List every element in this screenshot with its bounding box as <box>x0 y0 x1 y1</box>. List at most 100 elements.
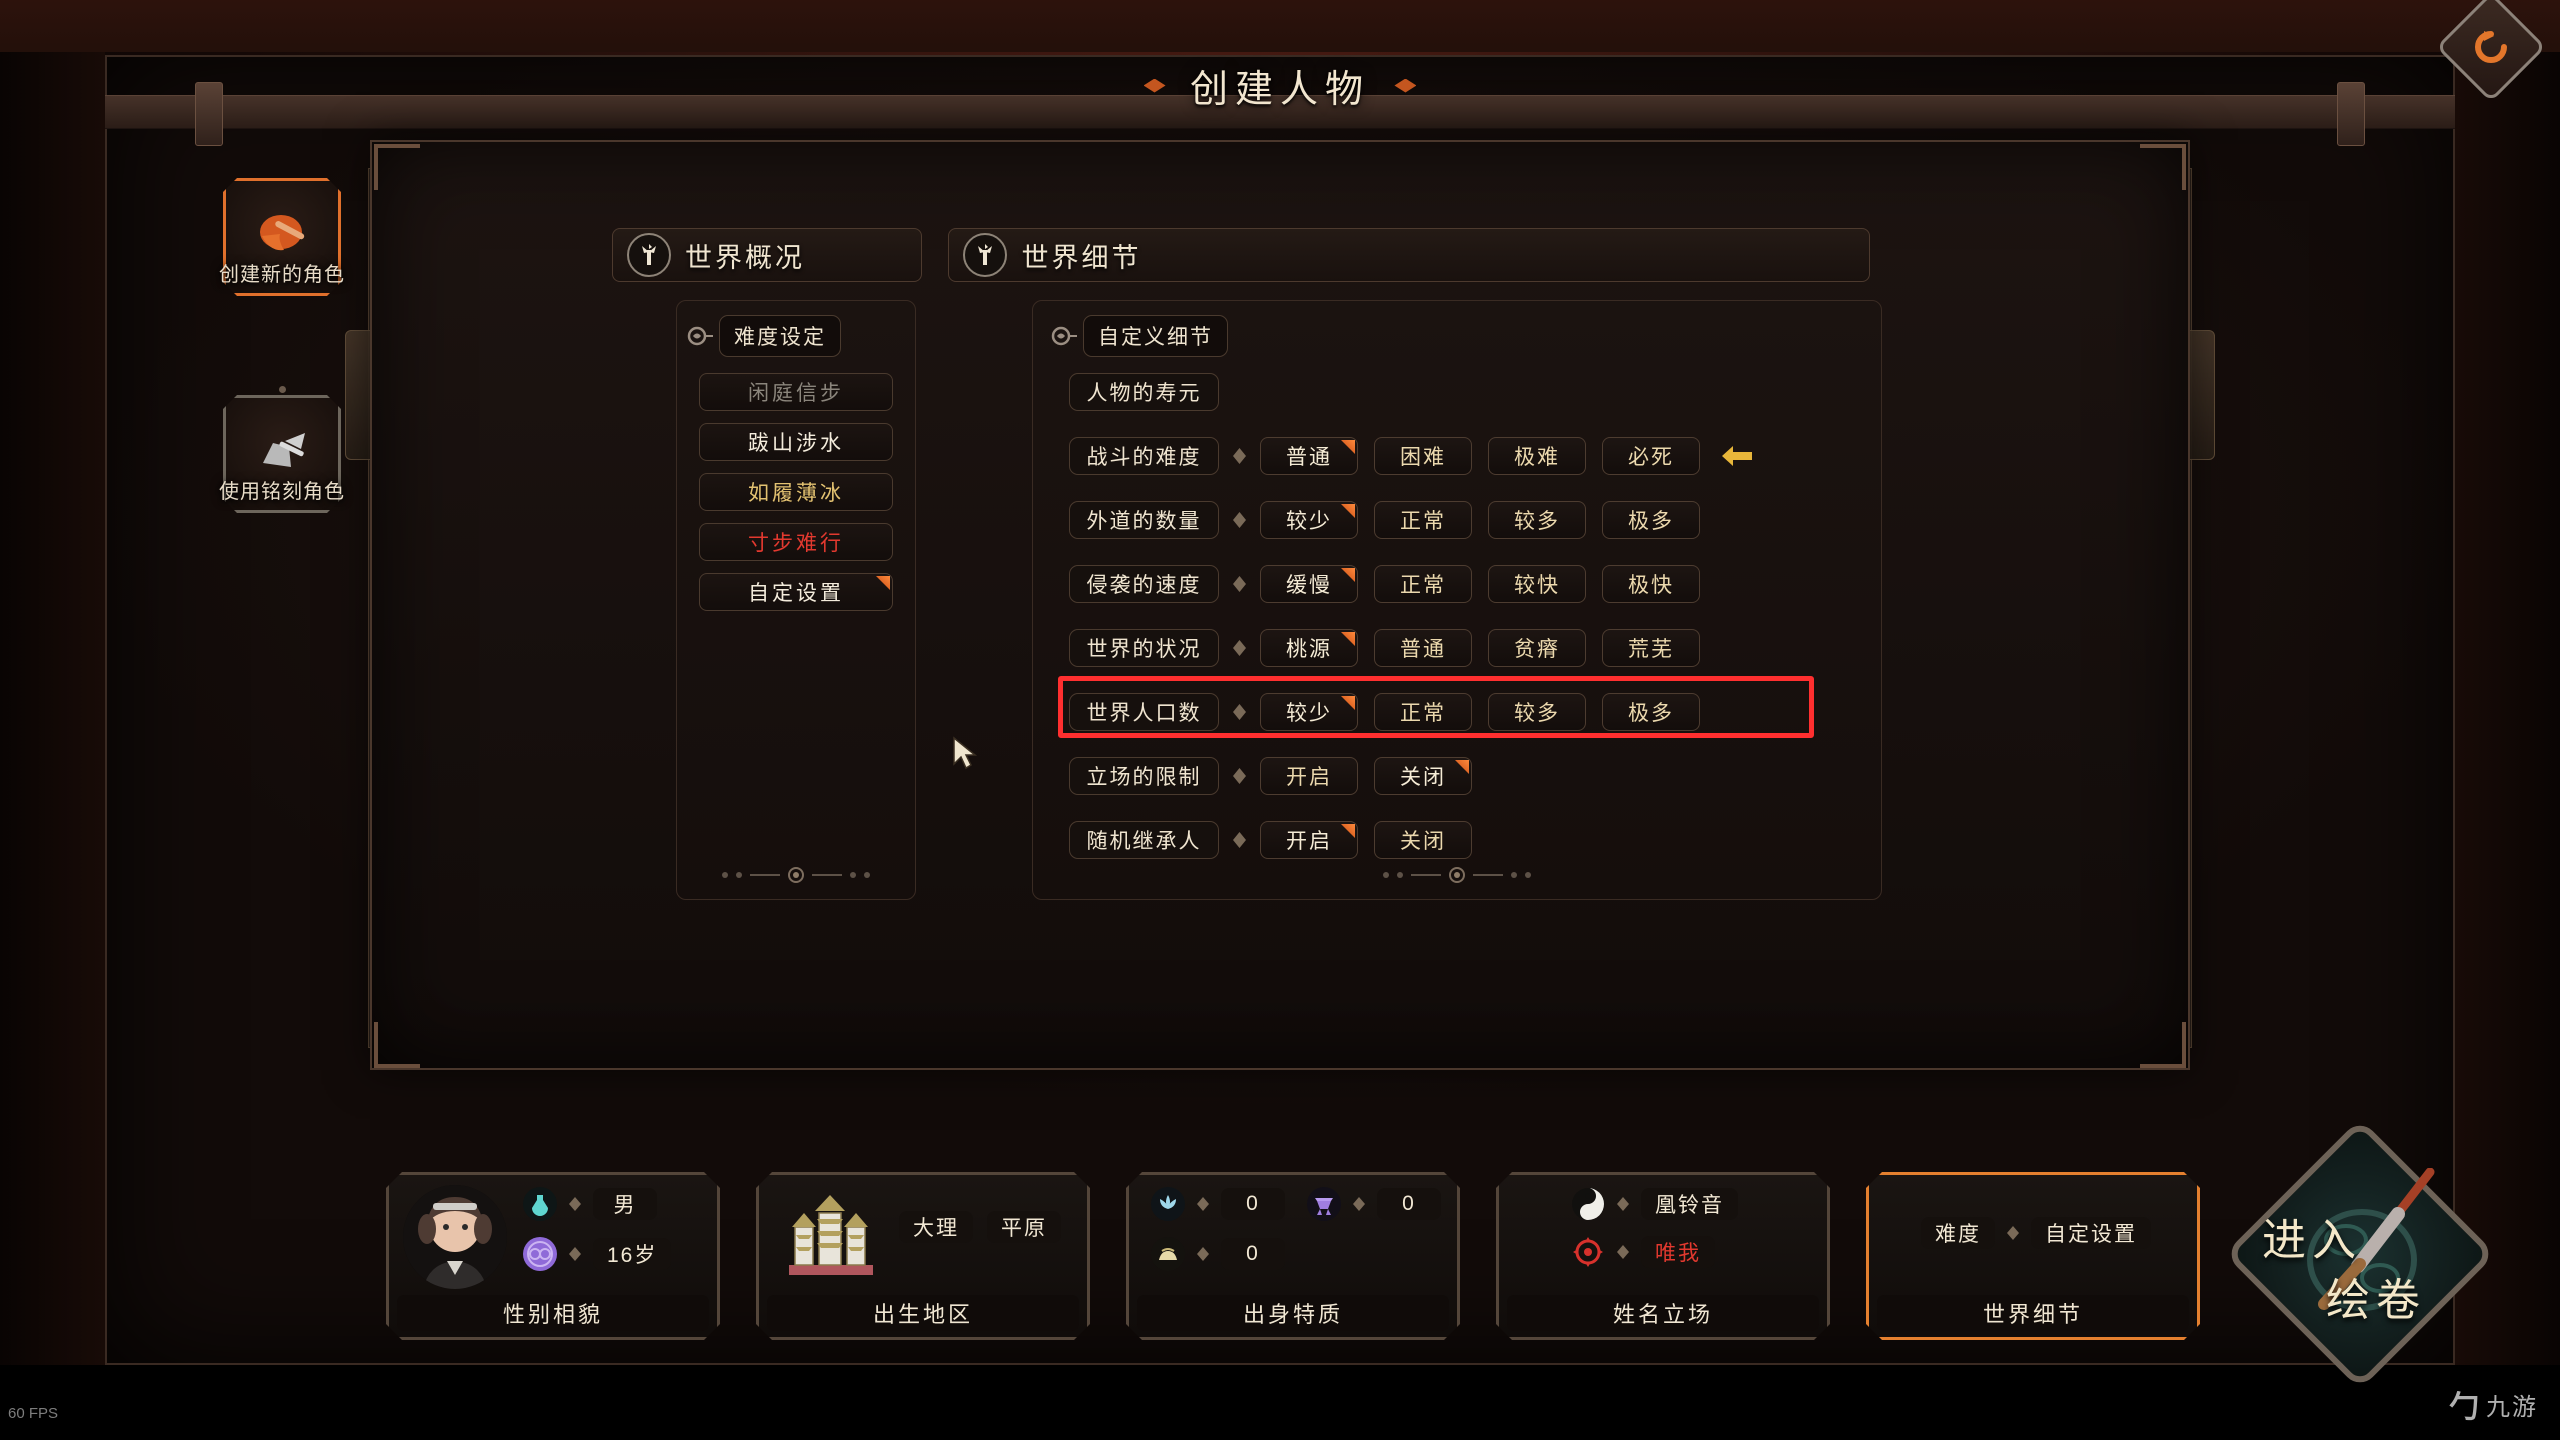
option-button[interactable]: 极快 <box>1602 565 1700 603</box>
option-button[interactable]: 正常 <box>1374 501 1472 539</box>
tab-label: 世界概况 <box>685 242 805 273</box>
region-name-value: 大理 <box>899 1211 973 1243</box>
difficulty-setting-value: 自定设置 <box>2031 1217 2151 1249</box>
title-diamond-left <box>1143 78 1166 93</box>
row-diamond-icon <box>1233 640 1246 656</box>
age-value: 16岁 <box>593 1238 672 1270</box>
option-button[interactable]: 关闭 <box>1374 757 1472 795</box>
pager-dot <box>1397 872 1403 878</box>
stat-diamond-icon <box>1617 1197 1629 1211</box>
tab-world-details[interactable]: 世界细节 <box>948 228 1871 282</box>
row-diamond-icon <box>1233 576 1246 592</box>
watermark: 勹 九游 <box>2449 1382 2538 1426</box>
summary-card-birthplace[interactable]: 大理 平原 出生地区 <box>756 1172 1090 1340</box>
summary-card-traits[interactable]: 0 0 0 出身特质 <box>1126 1172 1460 1340</box>
card-body: 难度 自定设置 <box>1869 1175 2197 1299</box>
row-label: 立场的限制 <box>1069 757 1219 795</box>
option-button[interactable]: 极多 <box>1602 501 1700 539</box>
difficulty-option[interactable]: 寸步难行 <box>699 523 893 561</box>
sidebar-separator-dot <box>278 386 286 393</box>
option-button[interactable]: 荒芜 <box>1602 629 1700 667</box>
difficulty-panel-header: 难度设定 <box>677 301 915 363</box>
trait-value-bell: 0 <box>1377 1188 1441 1220</box>
option-label: 较少 <box>1286 702 1332 725</box>
stat-diamond-icon <box>569 1197 581 1211</box>
option-label: 桃源 <box>1286 638 1332 661</box>
watermark-text: 九游 <box>2486 1393 2538 1421</box>
option-button[interactable]: 较多 <box>1488 501 1586 539</box>
enter-button-line2: 绘卷 <box>2326 1276 2426 1325</box>
option-button[interactable]: 普通 <box>1374 629 1472 667</box>
sidebar-item-engraved[interactable]: 使用铭刻角色 <box>219 395 344 513</box>
pager-dot <box>722 872 728 878</box>
option-button[interactable]: 较多 <box>1488 693 1586 731</box>
difficulty-options: 闲庭信步 跋山涉水 如履薄冰 寸步难行 自定设置 <box>677 363 915 611</box>
option-label: 普通 <box>1400 638 1446 661</box>
detail-pager[interactable] <box>1383 867 1531 883</box>
option-button[interactable]: 较少 <box>1260 693 1358 731</box>
tab-bar: 世界概况 世界细节 <box>612 228 1892 282</box>
pager-line <box>1411 874 1441 876</box>
option-button[interactable]: 极难 <box>1488 437 1586 475</box>
row-diamond-icon <box>1233 448 1246 464</box>
row-label: 外道的数量 <box>1069 501 1219 539</box>
pager-line <box>1473 874 1503 876</box>
option-label: 缓慢 <box>1286 574 1332 597</box>
option-button[interactable]: 正常 <box>1374 693 1472 731</box>
option-button[interactable]: 较少 <box>1260 501 1358 539</box>
option-button[interactable]: 开启 <box>1260 757 1358 795</box>
summary-card-appearance[interactable]: 男 16岁 性别相貌 <box>386 1172 720 1340</box>
option-label: 较多 <box>1514 510 1560 533</box>
card-stat-row: 0 <box>1151 1237 1285 1271</box>
pager-dot <box>850 872 856 878</box>
option-button[interactable]: 开启 <box>1260 821 1358 859</box>
summary-card-world-details[interactable]: 难度 自定设置 世界细节 <box>1866 1172 2200 1340</box>
option-button[interactable]: 极多 <box>1602 693 1700 731</box>
option-button[interactable]: 必死 <box>1602 437 1700 475</box>
mouse-cursor <box>953 736 978 770</box>
option-label: 极难 <box>1514 446 1560 469</box>
difficulty-option[interactable]: 如履薄冰 <box>699 473 893 511</box>
option-button[interactable]: 正常 <box>1374 565 1472 603</box>
option-button[interactable]: 贫瘠 <box>1488 629 1586 667</box>
selected-corner-marker <box>1341 504 1355 518</box>
option-button[interactable]: 桃源 <box>1260 629 1358 667</box>
target-icon <box>1571 1235 1605 1269</box>
left-arrow-icon <box>1720 443 1754 469</box>
option-button[interactable]: 普通 <box>1260 437 1358 475</box>
difficulty-option-label: 寸步难行 <box>748 532 844 555</box>
detail-row-world-population: 世界人口数 较少 正常 较多 极多 <box>1069 689 1881 735</box>
option-label: 极多 <box>1628 510 1674 533</box>
option-label: 极多 <box>1628 702 1674 725</box>
avatar <box>403 1185 507 1289</box>
difficulty-option[interactable]: 跋山涉水 <box>699 423 893 461</box>
bottom-letterbox <box>0 1365 2560 1440</box>
pager-dot <box>1525 872 1531 878</box>
option-button[interactable]: 较快 <box>1488 565 1586 603</box>
card-body: 凰铃音 唯我 <box>1499 1175 1827 1299</box>
option-label: 贫瘠 <box>1514 638 1560 661</box>
card-stat-row: 难度 自定设置 <box>1921 1217 2151 1249</box>
pager-dot <box>736 872 742 878</box>
option-label: 荒芜 <box>1628 638 1674 661</box>
sidebar-item-create-new[interactable]: 创建新的角色 <box>219 178 344 296</box>
difficulty-option-selected[interactable]: 自定设置 <box>699 573 893 611</box>
panel-corner-br <box>2140 1022 2186 1068</box>
option-button[interactable]: 困难 <box>1374 437 1472 475</box>
pager-dot <box>1383 872 1389 878</box>
card-body: 0 0 0 <box>1129 1175 1457 1299</box>
option-label: 困难 <box>1400 446 1446 469</box>
character-name-value: 凰铃音 <box>1641 1188 1738 1220</box>
option-button[interactable]: 缓慢 <box>1260 565 1358 603</box>
option-button[interactable]: 关闭 <box>1374 821 1472 859</box>
card-stat-row: 0 0 <box>1151 1187 1441 1221</box>
summary-card-name-stance[interactable]: 凰铃音 唯我 姓名立场 <box>1496 1172 1830 1340</box>
detail-row-random-heir: 随机继承人 开启 关闭 <box>1069 817 1881 863</box>
difficulty-pager[interactable] <box>722 867 870 883</box>
difficulty-option[interactable]: 闲庭信步 <box>699 373 893 411</box>
row-label: 侵袭的速度 <box>1069 565 1219 603</box>
row-label: 世界人口数 <box>1069 693 1219 731</box>
tab-world-overview[interactable]: 世界概况 <box>612 228 922 282</box>
enter-scroll-button[interactable]: 进入 绘卷 <box>2224 1118 2496 1390</box>
gender-value: 男 <box>593 1188 657 1220</box>
